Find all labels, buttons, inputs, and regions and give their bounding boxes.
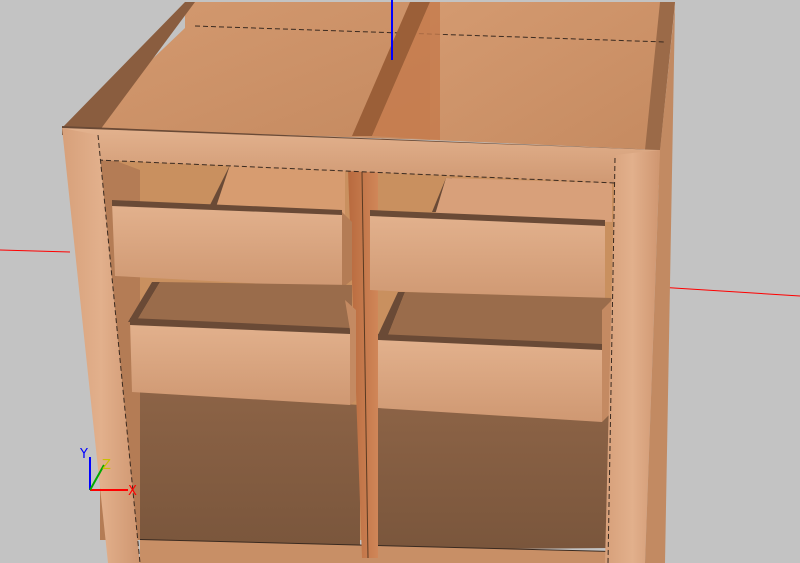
gizmo-z-label: Z [102, 458, 111, 473]
drawer-top-right-front[interactable] [370, 212, 605, 302]
drawer-top-left-side [342, 212, 352, 288]
cabinet-floor-right [378, 405, 612, 550]
world-axis-x-left [0, 249, 71, 253]
gizmo-y-label: Y [80, 447, 88, 462]
gizmo-x-label: X [128, 484, 137, 499]
axis-gizmo-lines [89, 457, 128, 491]
drawer-top-left-front[interactable] [112, 202, 342, 288]
drawer-mid-right-front[interactable] [378, 336, 602, 422]
cabinet-floor-left [140, 392, 360, 548]
back-panel-right [430, 2, 675, 150]
drawer-mid-left-front[interactable] [130, 320, 350, 405]
world-axis-x-right [657, 286, 800, 297]
3d-viewport[interactable]: Y Z X [0, 0, 800, 563]
axis-orientation-widget: Y Z X [78, 445, 148, 505]
